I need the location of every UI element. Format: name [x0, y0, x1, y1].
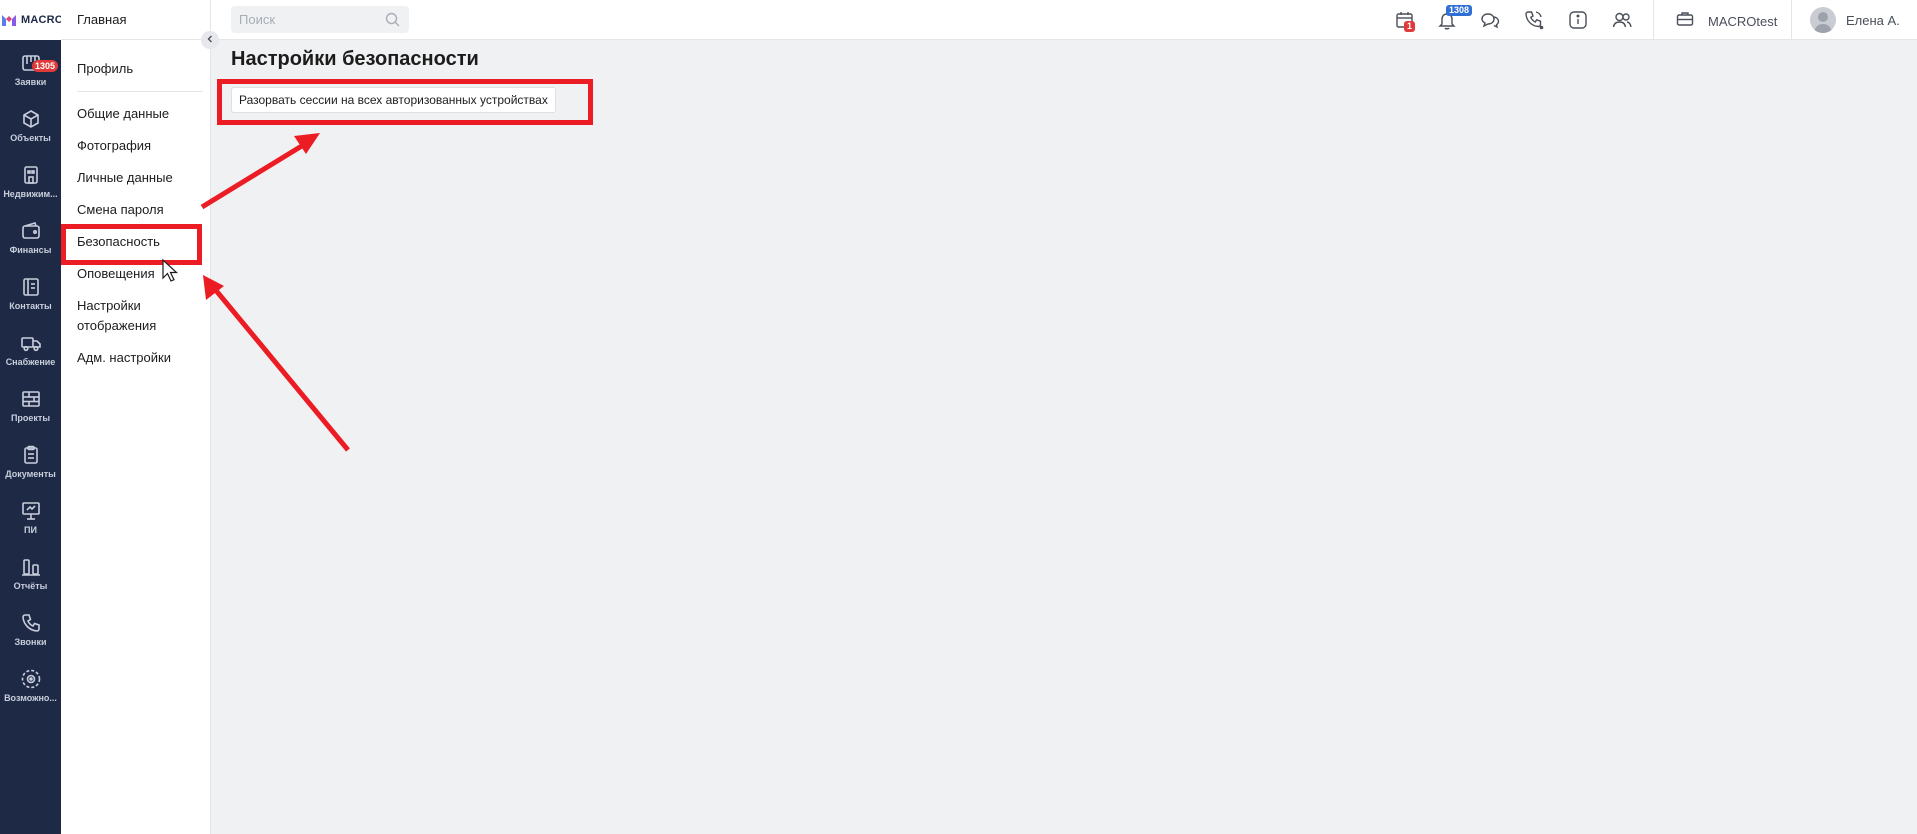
mouse-cursor-icon	[162, 258, 179, 282]
settings-submenu: Главная Профиль Общие данные Фотография …	[61, 0, 211, 834]
cube-icon	[20, 108, 42, 130]
building-icon	[20, 164, 42, 186]
rail-item-finance[interactable]: Финансы	[0, 214, 61, 270]
rail-label: Контакты	[9, 301, 52, 311]
search-box	[231, 6, 409, 33]
logo[interactable]: MACRO	[0, 0, 64, 40]
submenu-divider	[77, 91, 203, 92]
gear-circle-icon	[20, 668, 42, 690]
rail-label: Снабжение	[5, 357, 56, 367]
info-button[interactable]	[1567, 9, 1589, 31]
collapse-submenu-button[interactable]	[201, 31, 219, 49]
truck-icon	[20, 332, 42, 354]
submenu-item-notifications[interactable]: Оповещения	[77, 264, 203, 284]
page-title: Настройки безопасности	[231, 48, 479, 70]
calendar-badge: 1	[1404, 21, 1416, 32]
requests-count-badge: 1305	[32, 60, 59, 72]
rail-label: Возможно...	[4, 693, 57, 703]
rail-label: Отчёты	[13, 581, 48, 591]
rail-label: Финансы	[9, 245, 52, 255]
rail-item-documents[interactable]: Документы	[0, 438, 61, 494]
rail-label: Недвижим...	[3, 189, 58, 199]
rail-item-features[interactable]: Возможно...	[0, 662, 61, 718]
calendar-button[interactable]: 1	[1394, 9, 1416, 32]
telephony-button[interactable]	[1523, 9, 1545, 31]
phone-signal-icon	[1523, 9, 1545, 31]
rail-item-objects[interactable]: Объекты	[0, 102, 61, 158]
notifications-button[interactable]: 1308	[1436, 5, 1473, 31]
arrow-line-to-button	[200, 141, 307, 210]
topbar-divider	[1791, 0, 1792, 40]
rail-item-projects[interactable]: Проекты	[0, 382, 61, 438]
wallet-icon	[20, 220, 42, 242]
users-button[interactable]	[1611, 9, 1633, 31]
presentation-board-icon	[20, 500, 42, 522]
company-switcher[interactable]: MACROtest	[1676, 10, 1777, 32]
rail-item-calls[interactable]: Звонки	[0, 606, 61, 662]
user-name: Елена А.	[1846, 12, 1900, 28]
rail-label: Проекты	[10, 413, 51, 423]
submenu-item-profile[interactable]: Профиль	[77, 59, 203, 79]
rail-item-requests[interactable]: Заявки 1305	[0, 46, 61, 102]
rail-item-real-estate[interactable]: Недвижим...	[0, 158, 61, 214]
contacts-book-icon	[20, 276, 42, 298]
info-icon	[1567, 9, 1589, 31]
rail-item-contacts[interactable]: Контакты	[0, 270, 61, 326]
rail-item-reports[interactable]: Отчёты	[0, 550, 61, 606]
top-bar: 1 1308 MACROtest Елена А.	[211, 0, 1917, 40]
submenu-item-general-data[interactable]: Общие данные	[77, 104, 203, 124]
annotation-arrows	[200, 133, 350, 452]
briefcase-icon	[1676, 11, 1694, 32]
terminate-sessions-button[interactable]: Разорвать сессии на всех авторизованных …	[231, 87, 556, 113]
avatar	[1810, 7, 1836, 33]
chat-button[interactable]	[1479, 9, 1501, 31]
search-input[interactable]	[231, 6, 381, 33]
phone-icon	[20, 612, 42, 634]
rail-label: Звонки	[14, 637, 47, 647]
arrow-line-to-security	[212, 286, 350, 452]
topbar-divider	[1653, 0, 1654, 40]
submenu-title[interactable]: Главная	[77, 12, 126, 27]
rail-label: Заявки	[14, 77, 47, 87]
clipboard-icon	[20, 444, 42, 466]
submenu-item-display-settings[interactable]: Настройки отображения	[77, 296, 203, 336]
arrow-head-to-button	[294, 133, 320, 154]
rail-label: Объекты	[10, 133, 51, 143]
chat-bubbles-icon	[1479, 9, 1501, 31]
user-menu[interactable]: Елена А.	[1810, 7, 1900, 33]
submenu-header: Главная	[61, 0, 210, 40]
submenu-item-photo[interactable]: Фотография	[77, 136, 203, 156]
rail-item-pi[interactable]: ПИ	[0, 494, 61, 550]
company-name: MACROtest	[1708, 13, 1778, 29]
rail-label: ПИ	[24, 525, 37, 535]
notifications-badge: 1308	[1446, 5, 1473, 16]
wall-icon	[20, 388, 42, 410]
left-rail: MACRO Заявки 1305 Объекты Недвижим... Фи…	[0, 0, 64, 834]
search-icon[interactable]	[385, 12, 400, 27]
users-icon	[1611, 9, 1633, 31]
bar-chart-icon	[20, 556, 42, 578]
rail-item-supply[interactable]: Снабжение	[0, 326, 61, 382]
macro-logo-icon	[2, 14, 16, 27]
chevron-left-icon	[205, 31, 215, 49]
submenu-item-security[interactable]: Безопасность	[77, 232, 203, 252]
rail-label: Документы	[5, 469, 56, 479]
submenu-item-personal-data[interactable]: Личные данные	[77, 168, 203, 188]
submenu-item-admin-settings[interactable]: Адм. настройки	[77, 348, 203, 368]
logo-text: MACRO	[21, 14, 64, 26]
submenu-item-change-password[interactable]: Смена пароля	[77, 200, 203, 220]
